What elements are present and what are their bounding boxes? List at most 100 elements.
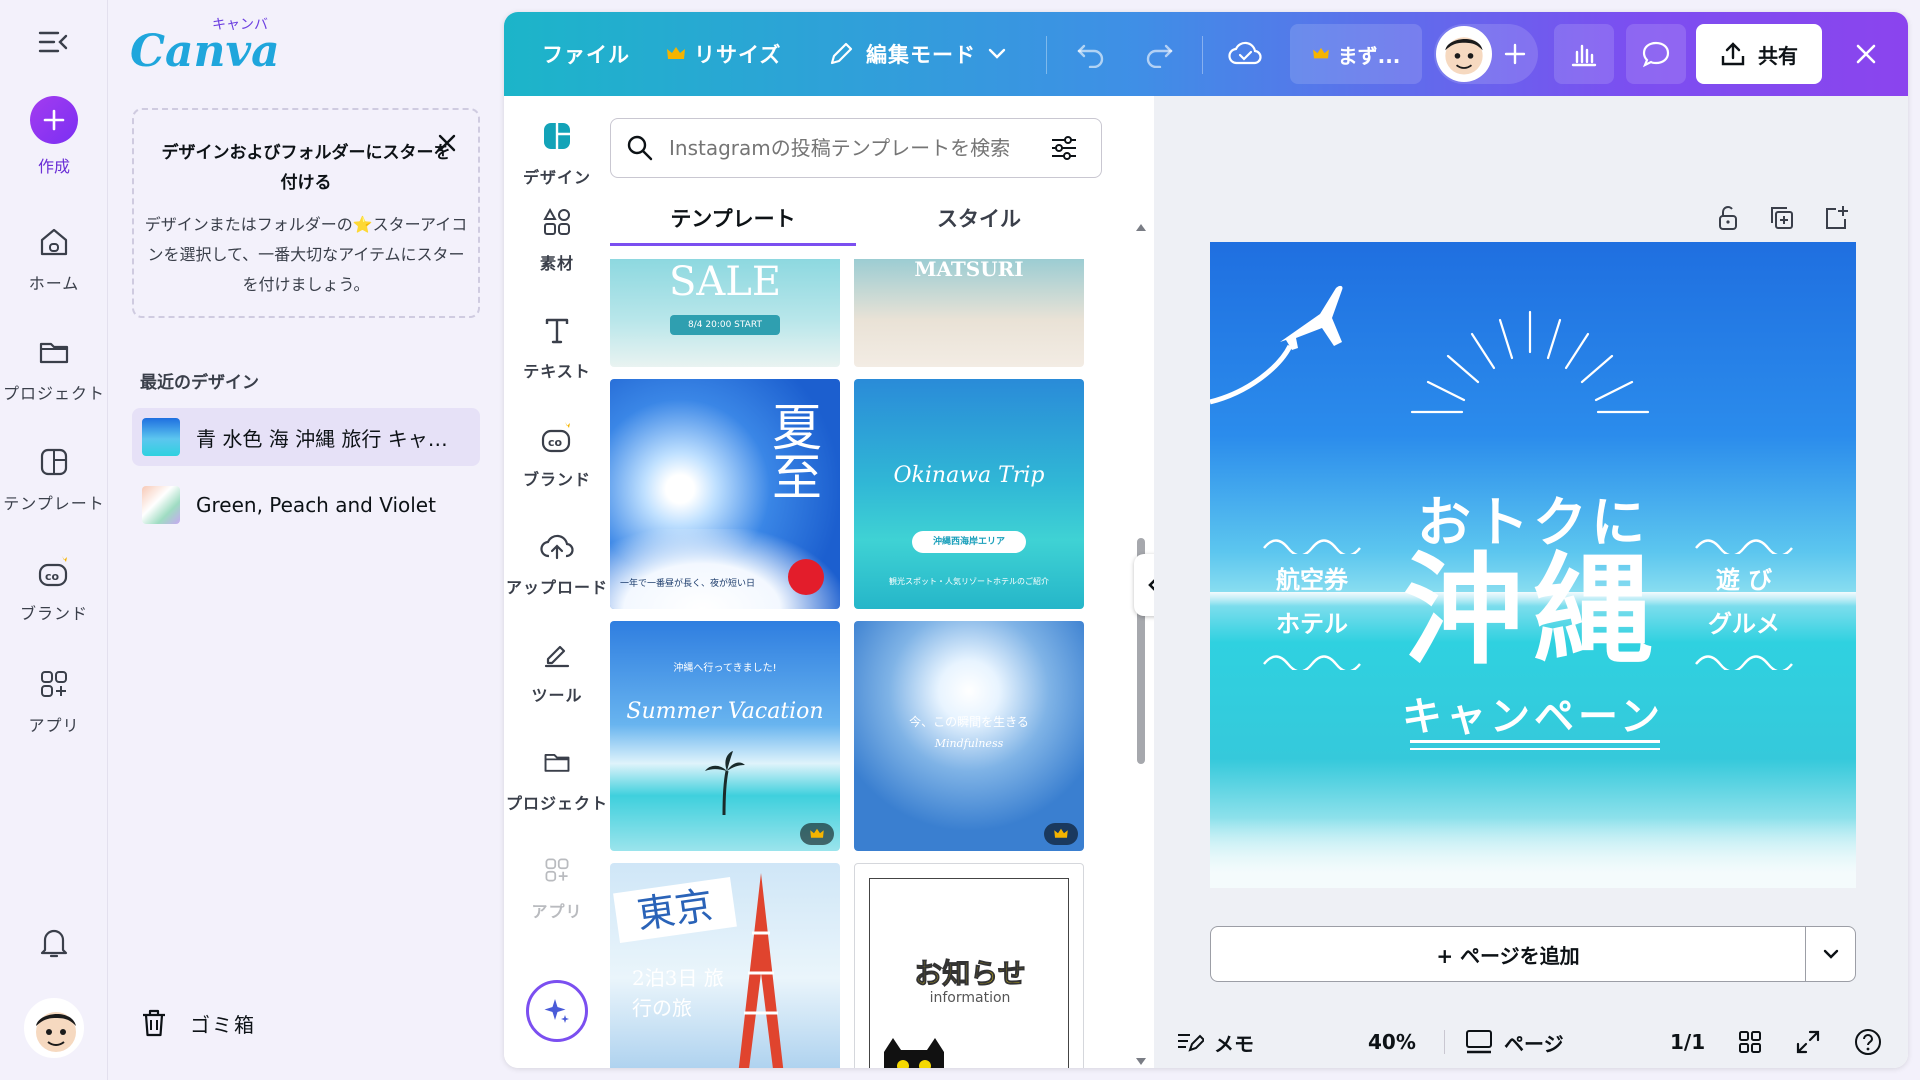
airplane-icon	[1210, 285, 1343, 405]
recent-design-item[interactable]: Green, Peach and Violet	[132, 476, 480, 534]
template-card[interactable]: 沖縄へ行ってきました! Summer Vacation	[610, 621, 840, 851]
tool-apps[interactable]: アプリ	[504, 848, 610, 922]
fullscreen-icon[interactable]	[1796, 1030, 1820, 1054]
home-icon	[40, 228, 68, 256]
rail-item-apps[interactable]: アプリ	[0, 664, 108, 736]
rail-item-label: テンプレート	[3, 494, 105, 513]
template-card[interactable]: 今、この瞬間を生きる Mindfulness	[854, 621, 1084, 851]
undo-icon[interactable]	[1076, 40, 1106, 68]
wave-icon	[1263, 539, 1361, 554]
close-icon[interactable]	[436, 132, 458, 154]
menu-collapse-icon[interactable]	[38, 28, 70, 56]
tool-elements[interactable]: 素材	[504, 200, 610, 274]
star-tip-title: デザインおよびフォルダーにスターを付ける	[161, 143, 451, 193]
underline	[1410, 740, 1660, 743]
create-button[interactable]	[30, 96, 78, 144]
design-icon	[544, 123, 570, 149]
pages-button[interactable]: ページ	[1464, 1016, 1564, 1068]
help-icon[interactable]	[1854, 1028, 1882, 1056]
tool-design[interactable]: デザイン	[504, 114, 610, 188]
template-card[interactable]: Okinawa Trip 沖縄西海岸エリア 観光スポット・人気リゾートホテルのご…	[854, 379, 1084, 609]
get-started-pill[interactable]: まず...	[1290, 24, 1422, 84]
template-card-title: 夏至	[764, 401, 822, 501]
templates-panel: テンプレート スタイル SALE 8/4 20:00 START MATSURI…	[610, 96, 1150, 1068]
zoom-level[interactable]: 40%	[1368, 1016, 1416, 1068]
bar-chart-icon	[1571, 44, 1597, 67]
premium-badge	[1044, 823, 1078, 845]
brand-icon: co	[38, 556, 68, 587]
close-editor-icon[interactable]	[1850, 38, 1882, 70]
edit-mode-dropdown[interactable]: 編集モード	[828, 12, 1006, 96]
crown-icon	[1312, 47, 1329, 59]
add-page-bar: + ページを追加	[1210, 926, 1856, 982]
svg-text:co: co	[548, 436, 563, 449]
template-card[interactable]: SALE 8/4 20:00 START	[610, 259, 840, 367]
template-card[interactable]: 東京 2泊3日 旅行の旅	[610, 863, 840, 1068]
templates-scrollbar[interactable]	[1134, 222, 1148, 1068]
recent-designs-heading: 最近のデザイン	[140, 373, 259, 393]
recent-design-item[interactable]: 青 水色 海 沖縄 旅行 キャンペーン	[132, 408, 480, 466]
template-card-title: 今、この瞬間を生きる	[909, 715, 1029, 729]
crown-icon	[1054, 828, 1068, 838]
tool-text[interactable]: テキスト	[504, 308, 610, 382]
filter-sliders-icon[interactable]	[1049, 133, 1079, 163]
share-label: 共有	[1758, 43, 1798, 68]
editor-toolbar: ファイル リサイズ 編集モード まず... 共有	[504, 12, 1908, 96]
tool-projects[interactable]: プロジェクト	[504, 740, 610, 814]
tool-label: 素材	[539, 254, 574, 273]
bell-icon[interactable]	[34, 922, 74, 962]
scroll-up-arrow-icon[interactable]	[1135, 222, 1147, 232]
footer-bar: メモ 40% ページ 1/1	[1154, 1016, 1908, 1068]
canva-logo[interactable]: キャンバ Canva	[130, 14, 280, 77]
file-menu[interactable]: ファイル	[542, 12, 630, 96]
tab-styles[interactable]: スタイル	[856, 196, 1102, 246]
folder-icon	[39, 342, 69, 364]
template-tabs: テンプレート スタイル	[610, 196, 1102, 246]
cloud-saved-icon[interactable]	[1228, 38, 1262, 68]
tab-templates[interactable]: テンプレート	[610, 196, 856, 246]
add-page-dropdown[interactable]	[1805, 927, 1855, 981]
add-page-icon[interactable]	[1822, 204, 1850, 232]
share-button[interactable]: 共有	[1696, 24, 1822, 84]
underline	[1410, 748, 1660, 750]
redo-icon[interactable]	[1144, 40, 1174, 68]
notes-button[interactable]: メモ	[1176, 1016, 1254, 1068]
lock-icon[interactable]	[1714, 204, 1742, 232]
scroll-down-arrow-icon[interactable]	[1135, 1057, 1147, 1067]
magic-assistant-button[interactable]	[526, 980, 588, 1042]
chevron-down-icon	[1823, 949, 1838, 959]
rail-item-home[interactable]: ホーム	[0, 222, 108, 294]
resize-button[interactable]: リサイズ	[666, 12, 781, 96]
template-card-sub: 沖縄へ行ってきました!	[673, 663, 777, 674]
rail-item-templates[interactable]: テンプレート	[0, 442, 108, 514]
trash-button[interactable]: ゴミ箱	[140, 1008, 256, 1038]
left-text-2: ホテル	[1276, 610, 1348, 638]
add-page-button[interactable]: + ページを追加	[1211, 940, 1805, 969]
design-canvas[interactable]: おトクに 沖縄 キャンペーン 航空券 ホテル 遊 び グルメ	[1210, 242, 1856, 888]
tool-tools[interactable]: ツール	[504, 632, 610, 706]
user-avatar[interactable]	[24, 998, 84, 1058]
brand-icon: co	[541, 422, 571, 453]
rail-item-projects[interactable]: プロジェクト	[0, 332, 108, 404]
crown-icon	[667, 47, 685, 59]
collaborators-pill[interactable]	[1434, 24, 1538, 84]
rail-item-brand[interactable]: co ブランド	[0, 552, 108, 624]
template-card[interactable]: お知らせ information	[854, 863, 1084, 1068]
comments-button[interactable]	[1626, 24, 1686, 84]
template-card[interactable]: MATSURI	[854, 259, 1084, 367]
tool-uploads[interactable]: アップロード	[504, 524, 610, 598]
star-tip-body: デザインまたはフォルダーの⭐スターアイコンを選択して、一番大切なアイテムにスター…	[144, 215, 468, 294]
template-card[interactable]: 夏至 一年で一番昼が長く、夜が短い日	[610, 379, 840, 609]
star-tip-card: デザインおよびフォルダーにスターを付ける デザインまたはフォルダーの⭐スターアイ…	[132, 108, 480, 318]
grid-view-icon[interactable]	[1738, 1030, 1762, 1054]
search-input[interactable]	[669, 136, 1049, 160]
template-card-title: SALE	[668, 259, 782, 305]
tool-brand[interactable]: co ブランド	[504, 416, 610, 490]
template-search[interactable]	[610, 118, 1102, 178]
plus-icon[interactable]	[1504, 43, 1526, 65]
design-thumbnail	[142, 486, 180, 524]
collaborator-avatar	[1436, 26, 1492, 82]
page-counter[interactable]: 1/1	[1670, 1016, 1705, 1068]
insights-button[interactable]	[1554, 24, 1614, 84]
duplicate-page-icon[interactable]	[1768, 204, 1796, 232]
